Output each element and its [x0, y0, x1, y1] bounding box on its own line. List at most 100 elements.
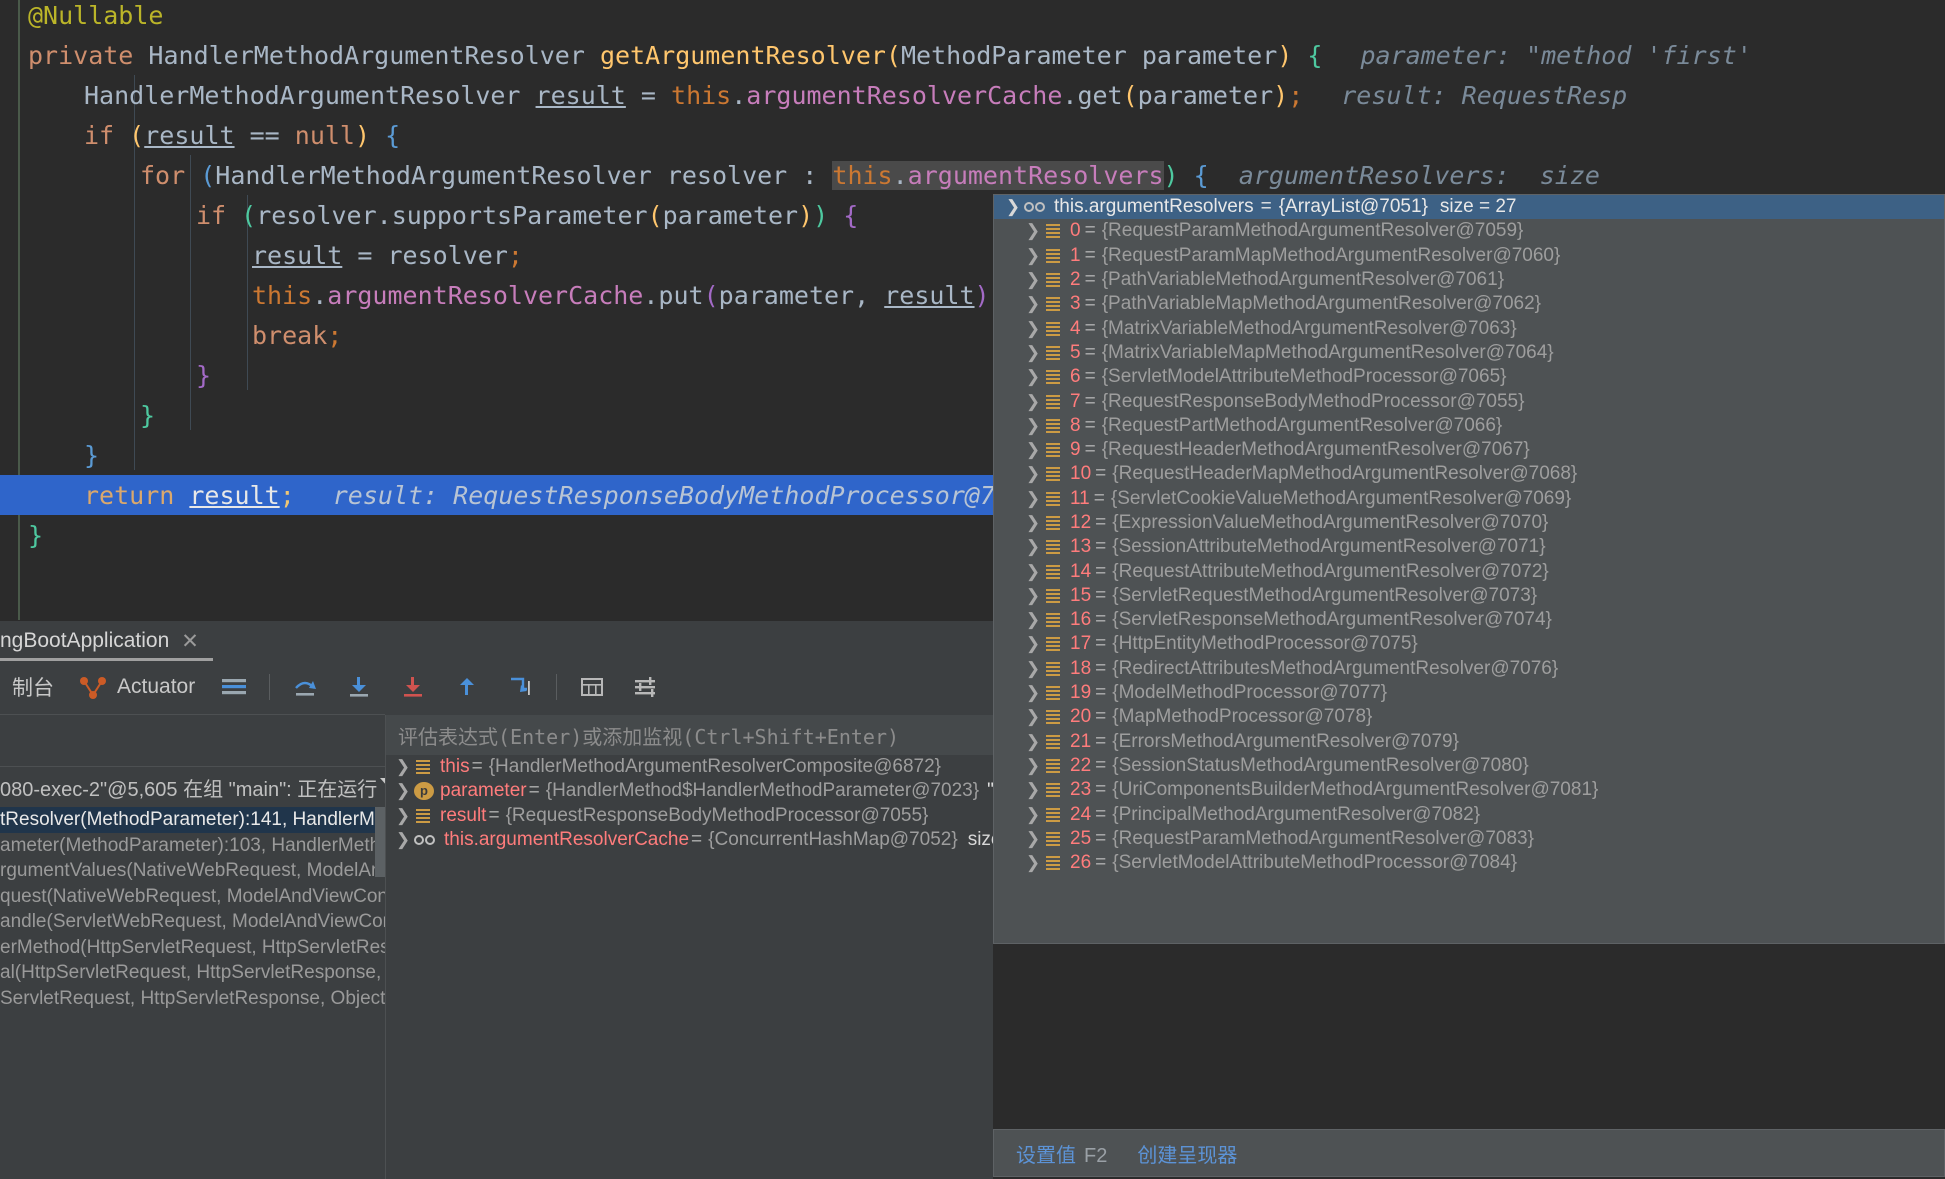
popup-list-item[interactable]: ❯ 25 = {RequestParamMethodArgumentResolver@…	[994, 827, 1944, 851]
popup-list-item[interactable]: ❯ 26 = {ServletModelAttributeMethodProcesso…	[994, 851, 1944, 875]
chevron-right-icon[interactable]: ❯	[1022, 464, 1044, 484]
popup-root-row[interactable]: ❯ this.argumentResolvers = {ArrayList@70…	[994, 195, 1944, 220]
popup-list-item[interactable]: ❯ 14 = {RequestAttributeMethodArgumentResol…	[994, 559, 1944, 583]
chevron-right-icon[interactable]: ❯	[1022, 683, 1044, 703]
variable-row-this[interactable]: ❯ this = {HandlerMethodArgumentResolverC…	[386, 755, 993, 779]
popup-list-item[interactable]: ❯ 9 = {RequestHeaderMethodArgumentResolver@…	[994, 438, 1944, 462]
variable-row-parameter[interactable]: ❯ p parameter = {HandlerMethod$HandlerMe…	[386, 779, 1100, 803]
popup-list-item[interactable]: ❯ 2 = {PathVariableMethodArgumentResolver@7…	[994, 268, 1944, 292]
popup-list-item[interactable]: ❯ 24 = {PrincipalMethodArgumentResolver@708…	[994, 802, 1944, 826]
code-line-signature[interactable]: private HandlerMethodArgumentResolver ge…	[0, 36, 1945, 76]
thread-selector[interactable]: 080-exec-2"@5,605 在组 "main": 正在运行 ▾	[0, 767, 421, 807]
create-renderer-link[interactable]: 创建呈现器	[1137, 1139, 1237, 1168]
actuator-tab[interactable]: Actuator	[66, 665, 207, 709]
popup-list-item[interactable]: ❯ 12 = {ExpressionValueMethodArgumentResolv…	[994, 511, 1944, 535]
popup-list-item[interactable]: ❯ 0 = {RequestParamMethodArgumentResolver@7…	[994, 219, 1944, 243]
popup-list-item[interactable]: ❯ 20 = {MapMethodProcessor@7078}	[994, 705, 1944, 729]
popup-list-item[interactable]: ❯ 3 = {PathVariableMapMethodArgumentResolve…	[994, 292, 1944, 316]
settings-button[interactable]	[619, 665, 673, 709]
chevron-right-icon[interactable]: ❯	[1022, 392, 1044, 412]
chevron-right-icon[interactable]: ❯	[1022, 829, 1044, 849]
popup-list-item[interactable]: ❯ 11 = {ServletCookieValueMethodArgumentRes…	[994, 487, 1944, 511]
chevron-right-icon[interactable]: ❯	[1022, 489, 1044, 509]
step-over-button[interactable]	[278, 665, 332, 709]
variable-row-cache[interactable]: ❯ this.argumentResolverCache = {Concurre…	[386, 828, 1034, 852]
list-item[interactable]: andle(ServletWebRequest, ModelAndViewCon…	[0, 909, 385, 935]
evaluate-expression-input[interactable]: 评估表达式(Enter)或添加监视(Ctrl+Shift+Enter)	[386, 715, 993, 755]
call-stack-frames-list[interactable]: tResolver(MethodParameter):141, HandlerM…	[0, 807, 385, 1179]
chevron-right-icon[interactable]: ❯	[392, 830, 414, 850]
chevron-right-icon[interactable]: ❯	[1022, 634, 1044, 654]
chevron-right-icon[interactable]: ❯	[392, 781, 414, 801]
run-tab-springboot[interactable]: ngBootApplication ✕	[0, 621, 213, 661]
chevron-right-icon[interactable]: ❯	[1022, 513, 1044, 533]
variable-row-result[interactable]: ❯ result = {RequestResponseBodyMethodPro…	[386, 804, 993, 828]
code-line-result-assign[interactable]: HandlerMethodArgumentResolver result = t…	[0, 76, 1945, 116]
popup-list-item[interactable]: ❯ 19 = {ModelMethodProcessor@7077}	[994, 681, 1944, 705]
step-out-button[interactable]	[440, 665, 494, 709]
chevron-right-icon[interactable]: ❯	[1022, 440, 1044, 460]
chevron-right-icon[interactable]: ❯	[392, 757, 414, 777]
code-line-if-null[interactable]: if (result == null) {	[0, 116, 1945, 156]
popup-list-item[interactable]: ❯ 13 = {SessionAttributeMethodArgumentResol…	[994, 535, 1944, 559]
set-value-link[interactable]: 设置值	[1016, 1145, 1076, 1167]
run-to-cursor-button[interactable]	[494, 665, 548, 709]
popup-list-item[interactable]: ❯ 4 = {MatrixVariableMethodArgumentResolver…	[994, 316, 1944, 340]
list-item[interactable]: rgumentValues(NativeWebRequest, ModelAnd…	[0, 858, 385, 884]
chevron-right-icon[interactable]: ❯	[1022, 537, 1044, 557]
chevron-right-icon[interactable]: ❯	[1022, 756, 1044, 776]
chevron-right-icon[interactable]: ❯	[1022, 659, 1044, 679]
force-step-into-button[interactable]	[386, 665, 440, 709]
popup-list-item[interactable]: ❯ 7 = {RequestResponseBodyMethodProcessor@7…	[994, 389, 1944, 413]
chevron-right-icon[interactable]: ❯	[1022, 343, 1044, 363]
list-item[interactable]: tResolver(MethodParameter):141, HandlerM…	[0, 807, 385, 833]
object-icon	[1044, 588, 1064, 604]
list-item-value: {PrincipalMethodArgumentResolver@7082}	[1112, 803, 1481, 825]
list-item[interactable]: ameter(MethodParameter):103, HandlerMeth…	[0, 833, 385, 859]
chevron-right-icon[interactable]: ❯	[1022, 562, 1044, 582]
frames-scrollbar[interactable]	[375, 807, 385, 877]
list-item[interactable]: quest(NativeWebRequest, ModelAndViewCont…	[0, 884, 385, 910]
list-item[interactable]: al(HttpServletRequest, HttpServletRespon…	[0, 960, 385, 986]
popup-list-item[interactable]: ❯ 17 = {HttpEntityMethodProcessor@7075}	[994, 632, 1944, 656]
chevron-right-icon[interactable]: ❯	[1022, 586, 1044, 606]
chevron-right-icon[interactable]: ❯	[1022, 319, 1044, 339]
popup-list-item[interactable]: ❯ 5 = {MatrixVariableMapMethodArgumentResol…	[994, 341, 1944, 365]
popup-list-item[interactable]: ❯ 16 = {ServletResponseMethodArgumentResolv…	[994, 608, 1944, 632]
list-item[interactable]: erMethod(HttpServletRequest, HttpServlet…	[0, 935, 385, 961]
chevron-right-icon[interactable]: ❯	[1022, 707, 1044, 727]
chevron-right-icon[interactable]: ❯	[1022, 853, 1044, 873]
popup-list-item[interactable]: ❯ 10 = {RequestHeaderMapMethodArgumentResol…	[994, 462, 1944, 486]
chevron-right-icon[interactable]: ❯	[1022, 270, 1044, 290]
chevron-right-icon[interactable]: ❯	[1022, 610, 1044, 630]
popup-list-item[interactable]: ❯ 21 = {ErrorsMethodArgumentResolver@7079}	[994, 730, 1944, 754]
code-line-annotation[interactable]: @Nullable	[0, 0, 1945, 36]
chevron-down-icon[interactable]: ❯	[1002, 197, 1024, 217]
chevron-right-icon[interactable]: ❯	[1022, 246, 1044, 266]
variable-inspector-popup[interactable]: ❯ this.argumentResolvers = {ArrayList@70…	[993, 194, 1945, 944]
code-line-for-loop[interactable]: for (HandlerMethodArgumentResolver resol…	[0, 156, 1945, 196]
chevron-right-icon[interactable]: ❯	[392, 806, 414, 826]
popup-list-item[interactable]: ❯ 1 = {RequestParamMapMethodArgumentResolve…	[994, 244, 1944, 268]
popup-list-item[interactable]: ❯ 15 = {ServletRequestMethodArgumentResolve…	[994, 584, 1944, 608]
evaluate-expression-button[interactable]	[565, 665, 619, 709]
chevron-right-icon[interactable]: ❯	[1022, 732, 1044, 752]
close-icon[interactable]: ✕	[181, 629, 199, 654]
console-tab[interactable]: 制台	[0, 665, 66, 709]
popup-list-item[interactable]: ❯ 8 = {RequestPartMethodArgumentResolver@70…	[994, 414, 1944, 438]
popup-list-item[interactable]: ❯ 22 = {SessionStatusMethodArgumentResolver…	[994, 754, 1944, 778]
frames-toggle-button[interactable]	[207, 665, 261, 709]
step-into-button[interactable]	[332, 665, 386, 709]
list-item-equals: =	[1095, 536, 1107, 558]
chevron-right-icon[interactable]: ❯	[1022, 416, 1044, 436]
popup-list-item[interactable]: ❯ 18 = {RedirectAttributesMethodArgumentRes…	[994, 657, 1944, 681]
list-item-equals: =	[1084, 341, 1096, 363]
list-item[interactable]: ServletRequest, HttpServletResponse, Obj…	[0, 986, 385, 1012]
popup-list-item[interactable]: ❯ 23 = {UriComponentsBuilderMethodArgumentR…	[994, 778, 1944, 802]
chevron-right-icon[interactable]: ❯	[1022, 367, 1044, 387]
chevron-right-icon[interactable]: ❯	[1022, 805, 1044, 825]
chevron-right-icon[interactable]: ❯	[1022, 221, 1044, 241]
chevron-right-icon[interactable]: ❯	[1022, 294, 1044, 314]
chevron-right-icon[interactable]: ❯	[1022, 780, 1044, 800]
popup-list-item[interactable]: ❯ 6 = {ServletModelAttributeMethodProcessor…	[994, 365, 1944, 389]
